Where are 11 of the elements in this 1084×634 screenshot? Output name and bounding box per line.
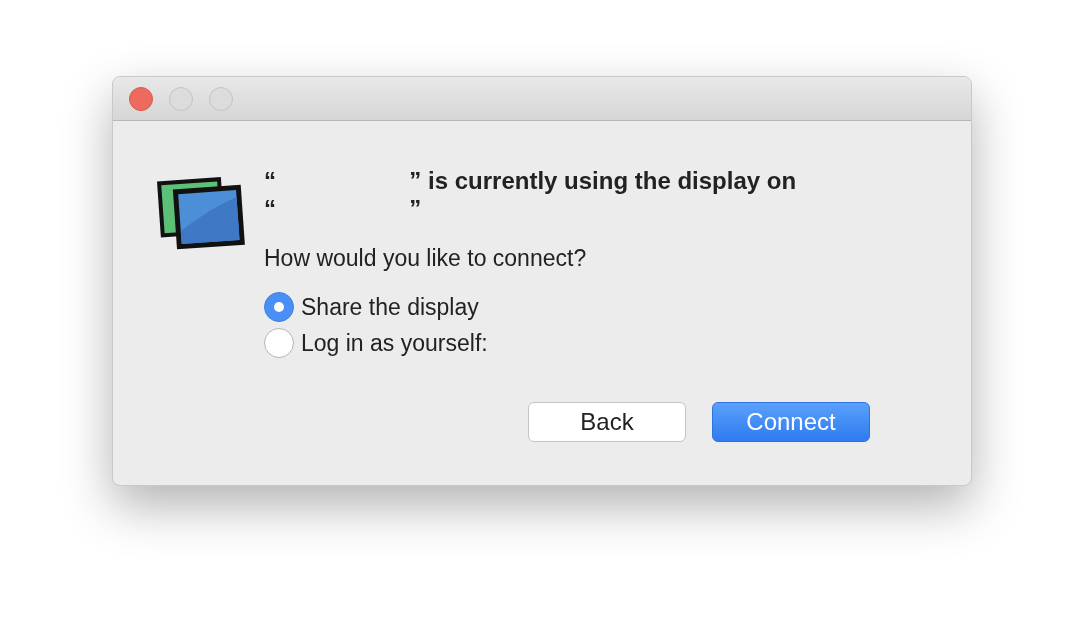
heading-text: “ ”	[264, 195, 423, 223]
minimize-button[interactable]	[169, 86, 193, 111]
radio-button[interactable]	[264, 292, 294, 322]
option-label[interactable]: Share the display	[301, 293, 479, 321]
radio-button[interactable]	[264, 328, 294, 358]
zoom-button[interactable]	[209, 86, 233, 111]
option-label[interactable]: Log in as yourself:	[301, 329, 488, 357]
heading-text: “ ” is currently using the display on	[264, 167, 798, 195]
back-button[interactable]: Back	[528, 402, 686, 442]
question-text: How would you like to connect?	[264, 245, 588, 272]
close-button[interactable]	[129, 86, 153, 111]
